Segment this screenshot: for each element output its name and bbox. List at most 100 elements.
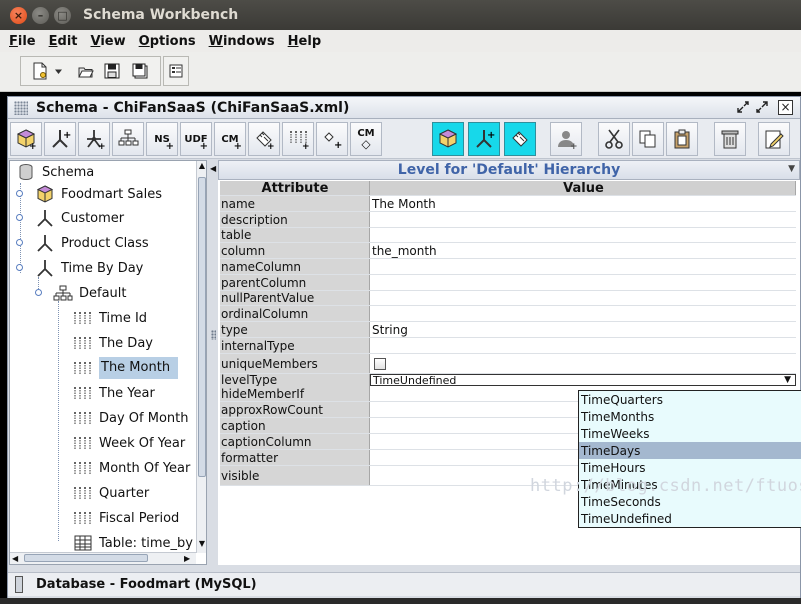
table-row[interactable]: nullParentValue — [220, 291, 796, 306]
open-file-icon[interactable] — [74, 59, 98, 83]
collapse-handle-icon[interactable] — [16, 264, 23, 271]
add-calculated-member-button[interactable]: CM + — [214, 122, 246, 156]
list-item-highlighted[interactable]: TimeDays — [579, 442, 801, 459]
menu-help[interactable]: Help — [288, 34, 321, 49]
menu-options[interactable]: Options — [139, 34, 196, 49]
level-type-select[interactable]: TimeUndefined ▼ — [370, 374, 796, 386]
chevron-down-icon[interactable]: ▼ — [784, 374, 791, 386]
scroll-down-icon[interactable]: ▼ — [197, 539, 206, 551]
frame-close-icon[interactable]: × — [778, 100, 793, 115]
tree-scroll-thumb[interactable] — [198, 177, 206, 477]
tree-item-level[interactable]: Quarter — [72, 482, 149, 504]
add-property-button[interactable]: + — [316, 122, 348, 156]
add-dimension-usage-button[interactable]: + — [78, 122, 110, 156]
frame-drag-handle-icon[interactable] — [14, 101, 28, 115]
add-hierarchy-button[interactable] — [112, 122, 144, 156]
frame-restore-icon[interactable] — [735, 100, 750, 115]
paste-button[interactable] — [666, 122, 698, 156]
split-pane-divider[interactable]: ◀ — [209, 160, 218, 565]
list-item[interactable]: TimeMonths — [579, 408, 801, 425]
tree-item-level[interactable]: Time Id — [72, 307, 147, 329]
table-row[interactable]: internalType — [220, 338, 796, 354]
table-row[interactable]: name The Month — [220, 196, 796, 212]
list-item[interactable]: TimeQuarters — [579, 391, 801, 408]
tree-item-level[interactable]: Week Of Year — [72, 432, 185, 454]
tree-item-level[interactable]: Day Of Month — [72, 407, 189, 429]
scroll-up-icon[interactable]: ▲ — [197, 161, 206, 173]
save-as-icon[interactable] — [128, 59, 152, 83]
unique-members-checkbox[interactable] — [374, 357, 386, 370]
menu-windows[interactable]: Windows — [209, 34, 275, 49]
tree-item-cube[interactable]: Foodmart Sales — [34, 183, 162, 205]
column-value-field[interactable]: the_month — [370, 243, 796, 258]
table-row[interactable]: nameColumn — [220, 259, 796, 275]
tree-item-level-selected[interactable]: The Month — [72, 357, 179, 379]
tree-item-table[interactable]: Table: time_by — [72, 532, 193, 554]
tree-item-level[interactable]: The Year — [72, 382, 155, 404]
tree-item-dimension[interactable]: Product Class — [34, 232, 149, 254]
minimize-icon[interactable]: – — [32, 6, 49, 24]
add-measure-button[interactable]: + — [248, 122, 280, 156]
tree-item-dimension[interactable]: Time By Day — [34, 257, 143, 279]
tree-horizontal-scrollbar[interactable]: ◀ ▶ — [10, 552, 196, 564]
add-named-set-button[interactable]: NS + — [146, 122, 178, 156]
scroll-right-icon[interactable]: ▶ — [184, 553, 194, 564]
menu-file[interactable]: File — [9, 34, 36, 49]
delete-button[interactable] — [714, 122, 746, 156]
collapse-left-icon[interactable]: ◀ — [210, 164, 216, 173]
add-udf-button[interactable]: UDF + — [180, 122, 212, 156]
table-row[interactable]: parentColumn — [220, 275, 796, 291]
copy-button[interactable] — [632, 122, 664, 156]
new-dropdown-icon[interactable] — [50, 59, 66, 83]
table-row[interactable]: table — [220, 228, 796, 243]
tree-item-level[interactable]: The Day — [72, 332, 153, 354]
list-item[interactable]: TimeWeeks — [579, 425, 801, 442]
add-role-button[interactable]: + — [550, 122, 582, 156]
table-row[interactable]: uniqueMembers — [220, 354, 796, 374]
new-file-icon[interactable] — [28, 59, 52, 83]
list-item[interactable]: TimeUndefined — [579, 510, 801, 527]
level-type-dropdown-list[interactable]: TimeQuarters TimeMonths TimeWeeks TimeDa… — [578, 390, 801, 528]
edit-mode-button[interactable] — [758, 122, 790, 156]
schema-frame-title-bar[interactable]: Schema - ChiFanSaaS (ChiFanSaaS.xml) × — [8, 97, 800, 119]
add-virtual-cube-button[interactable] — [432, 122, 464, 156]
tree-item-level[interactable]: Month Of Year — [72, 457, 190, 479]
menu-edit[interactable]: Edit — [49, 34, 78, 49]
add-dimension-button[interactable]: + — [44, 122, 76, 156]
window-title-bar[interactable]: × – □ Schema Workbench — [0, 0, 801, 30]
list-item[interactable]: TimeHours — [579, 459, 801, 476]
tree-item-schema[interactable]: Schema — [15, 161, 94, 183]
cut-button[interactable] — [598, 122, 630, 156]
add-cube-button[interactable]: + — [10, 122, 42, 156]
add-level-button[interactable]: + — [282, 122, 314, 156]
menu-view[interactable]: View — [91, 34, 126, 49]
save-icon[interactable] — [100, 59, 124, 83]
preferences-icon[interactable] — [164, 59, 188, 83]
schema-tree[interactable]: Schema Foodmart Sales Customer Product C… — [9, 160, 207, 565]
expand-handle-icon[interactable] — [16, 214, 23, 221]
add-virtual-measure-button[interactable] — [504, 122, 536, 156]
add-virtual-dimension-button[interactable]: + — [468, 122, 500, 156]
maximize-icon[interactable]: □ — [54, 6, 71, 24]
type-value-field[interactable]: String — [370, 322, 796, 337]
tree-item-dimension[interactable]: Customer — [34, 207, 124, 229]
table-row[interactable]: ordinalColumn — [220, 306, 796, 322]
tree-hscroll-thumb[interactable] — [24, 554, 148, 562]
tree-item-hierarchy[interactable]: Default — [52, 282, 127, 304]
table-row[interactable]: type String — [220, 322, 796, 338]
header-dropdown-icon[interactable]: ▼ — [788, 164, 795, 174]
collapse-handle-icon[interactable] — [35, 289, 42, 296]
scroll-left-icon[interactable]: ◀ — [12, 553, 22, 564]
add-calculated-member-property-button[interactable]: CM ◇ — [350, 122, 382, 156]
expand-handle-icon[interactable] — [16, 239, 23, 246]
expand-handle-icon[interactable] — [16, 190, 23, 197]
close-icon[interactable]: × — [10, 6, 27, 24]
name-value-field[interactable]: The Month — [370, 196, 796, 211]
divider-grip-icon[interactable] — [211, 330, 216, 340]
tree-vertical-scrollbar[interactable]: ▲ ▼ — [196, 161, 206, 553]
table-row[interactable]: description — [220, 212, 796, 228]
frame-maximize-icon[interactable] — [754, 100, 769, 115]
table-row[interactable]: levelType TimeUndefined ▼ — [220, 374, 796, 386]
table-row[interactable]: column the_month — [220, 243, 796, 259]
tree-item-level[interactable]: Fiscal Period — [72, 507, 179, 529]
